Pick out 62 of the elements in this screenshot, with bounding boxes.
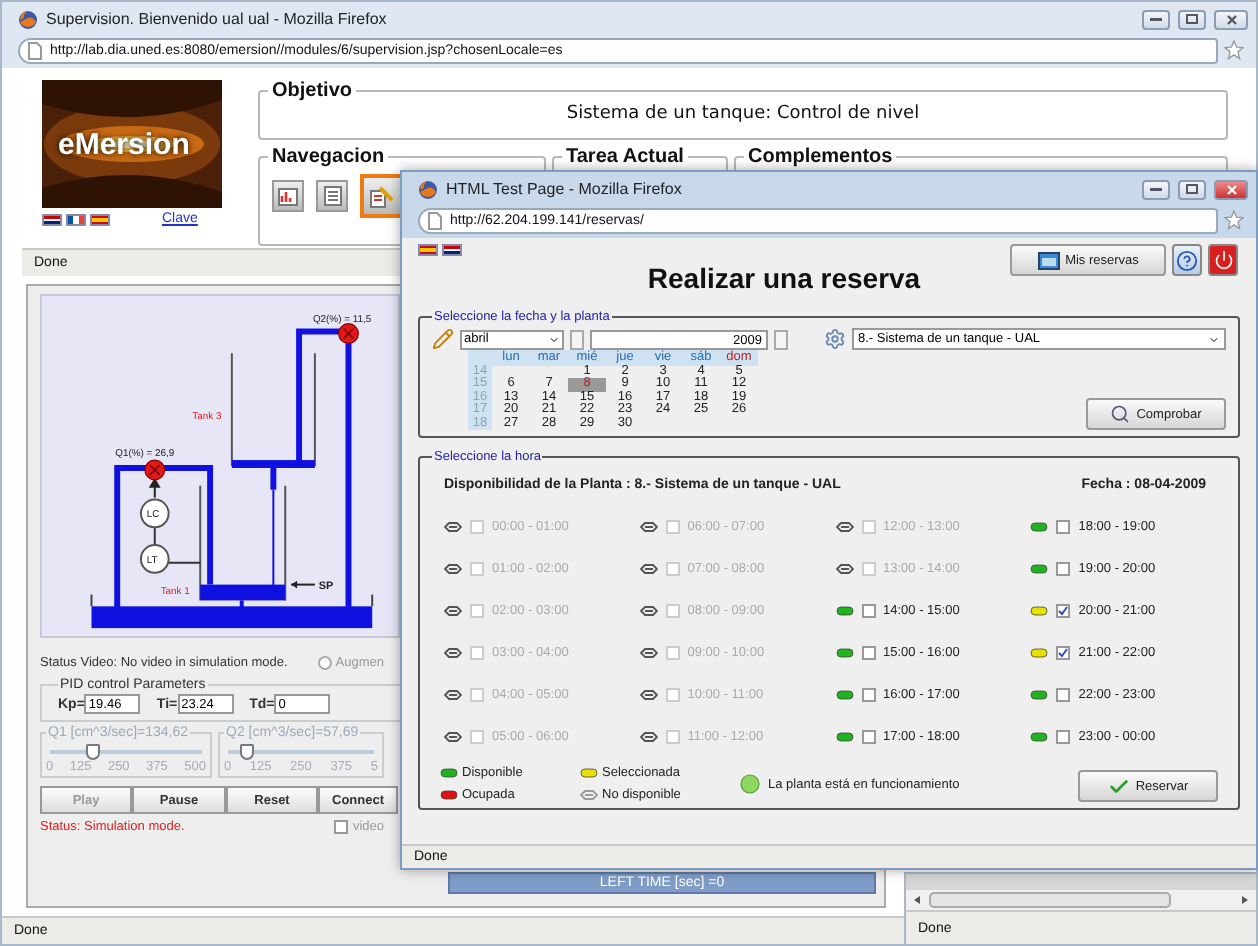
navigation-button[interactable]: [272, 180, 304, 212]
close-button[interactable]: [1214, 179, 1248, 199]
slot-checkbox[interactable]: [1056, 604, 1071, 618]
star-icon[interactable]: [1224, 40, 1244, 60]
horizontal-scrollbar[interactable]: [906, 890, 1256, 910]
check-icon: [1107, 775, 1130, 797]
maximize-button[interactable]: [1178, 9, 1206, 29]
slider-track[interactable]: [228, 744, 374, 760]
close-icon: [1225, 183, 1237, 195]
logo-text: eMersion: [58, 128, 190, 162]
list-icon: [323, 186, 341, 206]
maximize-icon: [1186, 14, 1198, 24]
gear-icon: [824, 328, 846, 350]
slot-checkbox[interactable]: [1056, 688, 1071, 702]
help-button[interactable]: [1172, 244, 1202, 276]
slot-checkbox[interactable]: [1056, 646, 1071, 660]
panel-title: Tarea Actual: [564, 146, 686, 168]
minimize-icon: [1150, 16, 1162, 22]
tools-icon: [370, 185, 394, 207]
slot-checkbox[interactable]: [1056, 562, 1071, 576]
close-icon: [1225, 13, 1237, 25]
pencil-icon: [432, 328, 454, 350]
window-icon: [1037, 251, 1060, 269]
caret-icon: [1208, 333, 1220, 345]
panel-title: Objetivo: [270, 80, 355, 102]
help-icon: [1176, 249, 1198, 271]
year-spinner[interactable]: [774, 329, 788, 349]
navigation-button[interactable]: [360, 174, 404, 218]
chart-icon: [278, 187, 298, 205]
page-icon: [28, 41, 42, 59]
slider-thumb[interactable]: [239, 744, 254, 760]
close-button[interactable]: [1214, 9, 1248, 29]
window-title: Supervision. Bienvenido ual ual - Mozilla Firefox: [46, 10, 389, 28]
panel-title: Navegacion: [270, 146, 387, 168]
slider-thumb[interactable]: [85, 744, 100, 760]
minimize-button[interactable]: [1142, 9, 1170, 29]
power-icon: [1213, 250, 1233, 270]
slot-checkbox[interactable]: [861, 604, 875, 618]
panel-title: Complementos: [746, 146, 895, 168]
month-spinner[interactable]: [570, 329, 584, 349]
page-heading: Realizar una reserva: [645, 262, 923, 294]
slot-checkbox[interactable]: [1056, 520, 1071, 534]
search-icon: [1110, 404, 1131, 424]
navigation-button[interactable]: [316, 180, 348, 212]
slot-checkbox[interactable]: [861, 688, 875, 702]
slot-checkbox[interactable]: [1056, 730, 1071, 744]
status-light-icon: [740, 774, 760, 794]
browser-icon: [418, 179, 438, 199]
minimize-button[interactable]: [1142, 179, 1170, 199]
browser-icon: [18, 9, 38, 29]
maximize-icon: [1186, 184, 1198, 194]
slot-checkbox[interactable]: [861, 646, 875, 660]
caret-icon: [548, 333, 560, 345]
power-button[interactable]: [1208, 244, 1238, 276]
minimize-icon: [1150, 186, 1162, 192]
maximize-button[interactable]: [1178, 179, 1206, 199]
window-title: HTML Test Page - Mozilla Firefox: [446, 180, 684, 198]
star-icon[interactable]: [1224, 210, 1244, 230]
slider-track[interactable]: [50, 744, 202, 760]
objective-text: Sistema de un tanque: Control de nivel: [564, 102, 922, 128]
slot-checkbox[interactable]: [861, 730, 875, 744]
page-icon: [428, 211, 442, 229]
